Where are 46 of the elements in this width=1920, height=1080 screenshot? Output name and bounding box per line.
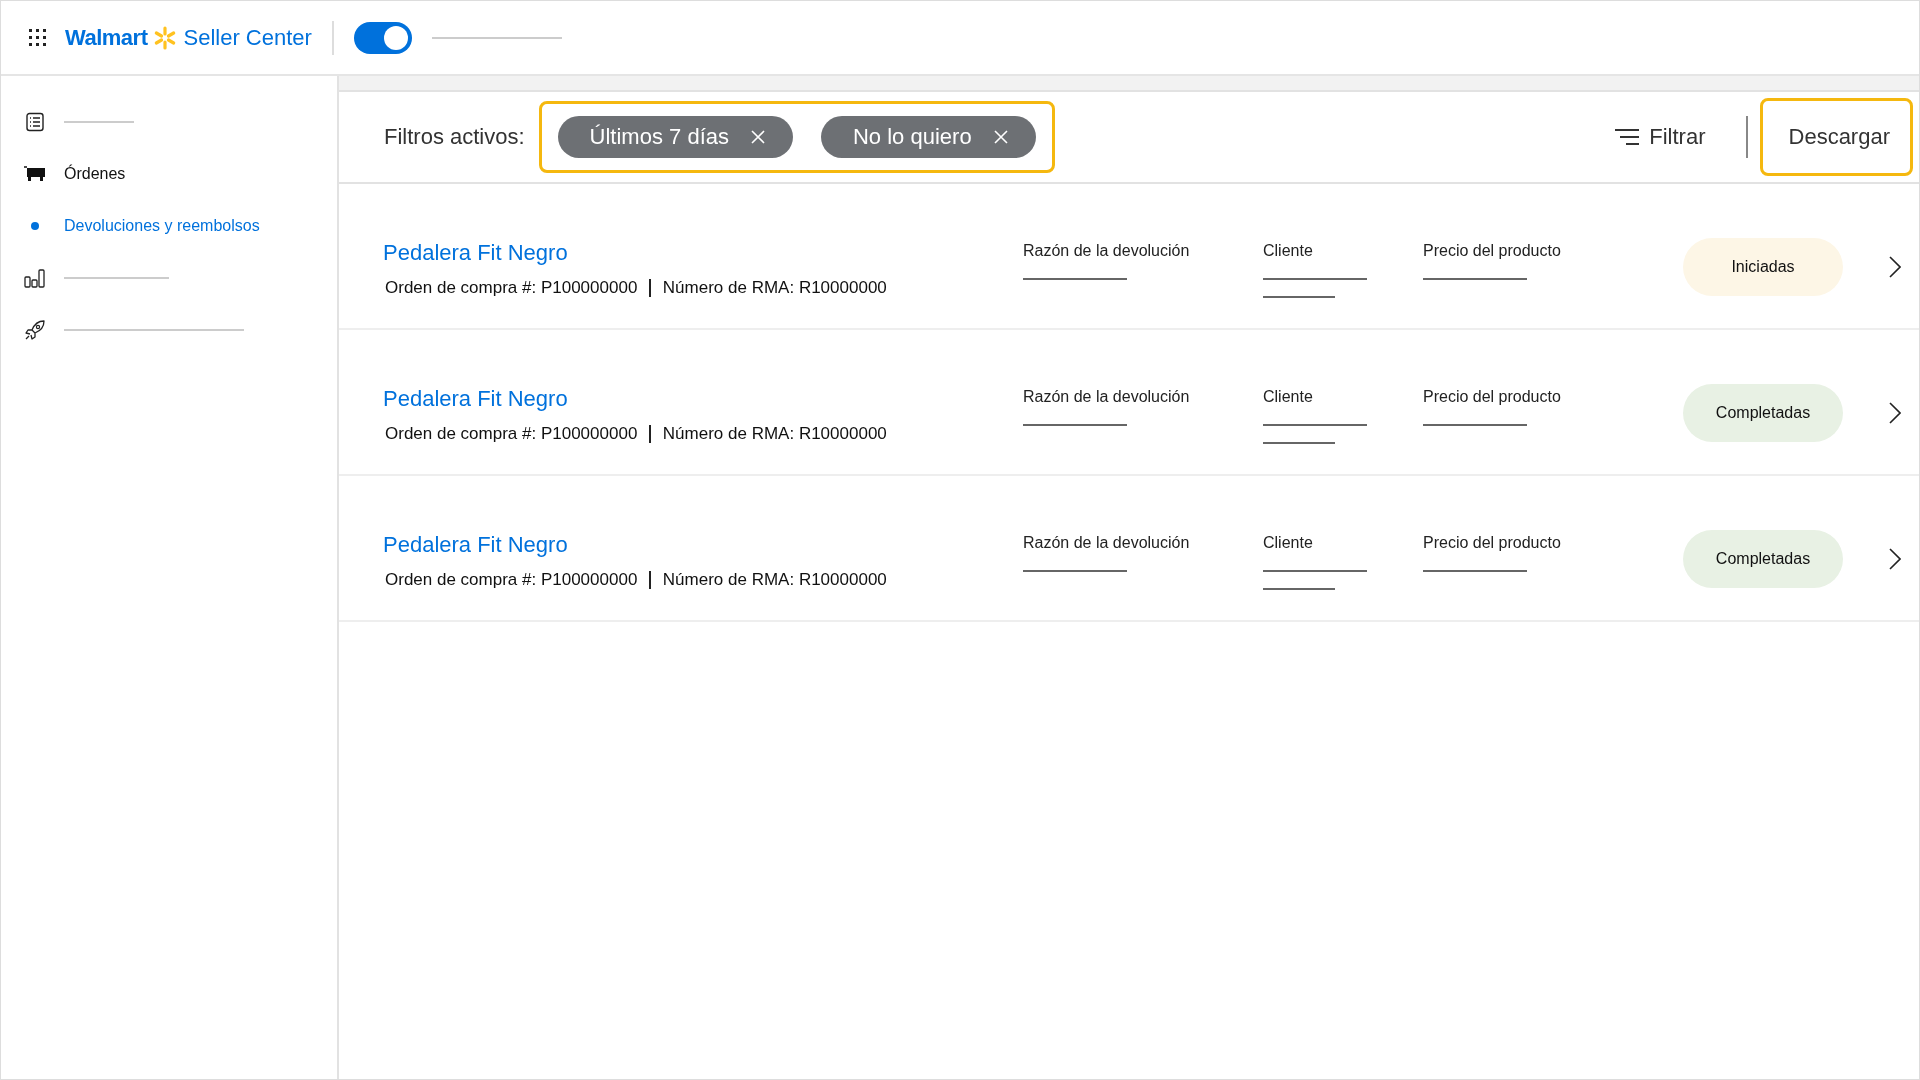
placeholder-line — [1263, 296, 1335, 298]
order-number: Orden de compra #: P100000000 — [385, 570, 638, 590]
filter-button[interactable]: Filtrar — [1609, 123, 1712, 151]
column-label: Precio del producto — [1423, 388, 1562, 406]
column-label: Cliente — [1263, 388, 1314, 406]
app-grid-icon[interactable] — [29, 28, 47, 47]
chevron-right-icon[interactable] — [1889, 256, 1901, 278]
download-button[interactable]: Descargar — [1759, 98, 1913, 176]
column-label: Cliente — [1263, 242, 1314, 260]
filter-chip[interactable]: No lo quiero — [821, 116, 1036, 158]
bullet-icon — [31, 222, 39, 230]
brand-name: Walmart — [65, 24, 148, 51]
list-icon — [25, 112, 45, 132]
close-icon[interactable] — [993, 130, 1008, 144]
product-title-link[interactable]: Pedalera Fit Negro — [383, 386, 1023, 412]
column-label: Razón de la devolución — [1023, 242, 1191, 260]
placeholder-line — [1263, 442, 1335, 444]
close-icon[interactable] — [751, 130, 765, 144]
status-badge: Iniciadas — [1683, 238, 1843, 296]
filter-icon — [1615, 128, 1640, 146]
rma-number: Número de RMA: R10000000 — [662, 424, 887, 444]
column-label: Precio del producto — [1423, 242, 1562, 260]
column-label: Razón de la devolución — [1023, 534, 1191, 552]
rma-number: Número de RMA: R10000000 — [662, 570, 887, 590]
status-badge: Completadas — [1683, 530, 1843, 588]
bar-chart-icon — [24, 268, 46, 288]
filter-chip[interactable]: Últimos 7 días — [557, 116, 793, 158]
column-label: Precio del producto — [1423, 534, 1562, 552]
column-label: Razón de la devolución — [1023, 388, 1191, 406]
rma-number: Número de RMA: R10000000 — [662, 278, 887, 298]
column-label: Cliente — [1263, 534, 1314, 552]
status-badge: Completadas — [1683, 384, 1843, 442]
product-title-link[interactable]: Pedalera Fit Negro — [383, 532, 1023, 558]
toggle-switch[interactable] — [353, 21, 412, 54]
sidebar-item[interactable]: Órdenes — [1, 148, 337, 200]
sidebar-subitem[interactable]: Devoluciones y reembolsos — [64, 217, 260, 235]
placeholder-line — [1263, 588, 1335, 590]
product-name: Seller Center — [183, 24, 312, 51]
order-number: Orden de compra #: P100000000 — [385, 278, 638, 298]
chevron-right-icon[interactable] — [1889, 402, 1901, 424]
rocket-icon — [24, 319, 46, 341]
product-title-link[interactable]: Pedalera Fit Negro — [383, 240, 1023, 266]
chevron-right-icon[interactable] — [1889, 548, 1901, 570]
order-number: Orden de compra #: P100000000 — [385, 424, 638, 444]
cart-icon — [24, 165, 46, 183]
filters-label: Filtros activos: — [384, 124, 525, 150]
